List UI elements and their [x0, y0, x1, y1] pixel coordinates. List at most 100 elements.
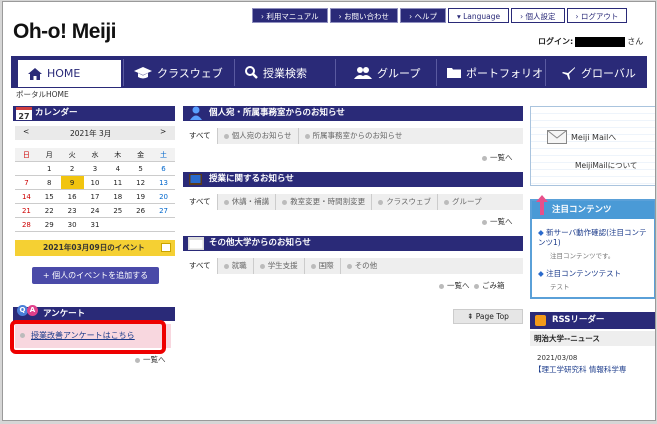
login-label: ログイン:	[538, 37, 574, 46]
page-top-button[interactable]: ⇞ Page Top	[453, 309, 523, 324]
calendar-day[interactable]: 4	[106, 161, 130, 176]
language-select[interactable]: ▾ Language	[447, 8, 510, 23]
notice-other-tab-support[interactable]: 学生支援	[252, 258, 304, 274]
add-event-button[interactable]: + 個人のイベントを追加する	[32, 267, 159, 284]
calendar-month-label: 2021年 3月	[70, 129, 112, 138]
calendar-day[interactable]: 12	[129, 175, 153, 190]
calendar-day[interactable]: 14	[15, 189, 38, 204]
calendar-icon-day: 27	[18, 112, 30, 121]
weekday-label: 金	[129, 148, 153, 162]
calendar-day[interactable]: 17	[83, 189, 107, 204]
calendar-day[interactable]: 30	[60, 217, 84, 232]
notice-other-tab-all[interactable]: すべて	[183, 258, 217, 274]
redacted-username	[575, 36, 626, 47]
calendar-day[interactable]: 2	[60, 161, 84, 176]
trash-link[interactable]: ごみ箱	[474, 280, 505, 291]
calendar-day[interactable]: 18	[106, 189, 130, 204]
meiji-mail-about-link[interactable]: MeijiMailについて	[575, 160, 637, 171]
calendar-day[interactable]: 22	[37, 203, 61, 218]
calendar-day[interactable]: 20	[152, 189, 175, 204]
meiji-mail-link[interactable]: Meiji Mailへ	[571, 132, 616, 143]
manual-link[interactable]: › 利用マニュアル	[252, 8, 328, 23]
calendar-day[interactable]: 28	[15, 217, 38, 232]
calendar-day[interactable]: 19	[129, 189, 153, 204]
notice-course-more-link[interactable]: 一覧へ	[482, 216, 513, 227]
calendar-day[interactable]: 13	[152, 175, 175, 190]
bullet-icon	[482, 155, 487, 161]
featured-item[interactable]: ◆ 新サーバ動作確認(注目コンテンツ1)	[538, 228, 650, 248]
notice-personal-tab-personal[interactable]: 個人宛のお知らせ	[216, 128, 298, 144]
notice-other-header: その他大学からのお知らせ	[183, 236, 523, 251]
tab-course-search[interactable]: 授業検索	[234, 59, 334, 86]
help-link[interactable]: › ヘルプ	[400, 8, 446, 23]
calendar-prev-button[interactable]: <	[23, 127, 29, 136]
logout-label: ログアウト	[580, 12, 619, 21]
calendar-day[interactable]: 10	[83, 175, 107, 190]
rss-item-link[interactable]: 【理工学研究科 情報科学専	[534, 364, 626, 375]
notice-other-tab-intl[interactable]: 国際	[303, 258, 340, 274]
tab-portfolio[interactable]: ポートフォリオ	[436, 59, 544, 86]
tab-classweb[interactable]: クラスウェブ	[123, 59, 233, 86]
calendar-day[interactable]: 15	[37, 189, 61, 204]
calendar-day[interactable]: 8	[37, 175, 61, 190]
notice-course-tab-cancel[interactable]: 休講・補講	[216, 194, 276, 210]
calendar-day[interactable]: 11	[106, 175, 130, 190]
calendar-day[interactable]: 3	[83, 161, 107, 176]
calendar-icon: 27	[16, 107, 32, 121]
calendar-week: 123456	[15, 161, 175, 176]
notice-course-tab-room[interactable]: 教室変更・時間割変更	[275, 194, 371, 210]
calendar-title: カレンダー	[35, 108, 78, 118]
tab-group[interactable]: グループ	[335, 59, 435, 86]
calendar-grid: 日月火水木金土 1 2 3 4 5 6 7 8 9 10 11 12 13 14 15 16 17 18 19 20 2…	[15, 148, 175, 232]
notice-other-tab-other[interactable]: その他	[339, 258, 384, 274]
notice-personal-more-link[interactable]: 一覧へ	[482, 152, 513, 163]
calendar-day[interactable]: 25	[106, 203, 130, 218]
featured-item-title: 注目コンテンツテスト	[546, 269, 622, 278]
tab-global[interactable]: グローバル	[545, 59, 645, 86]
tab-home[interactable]: HOME	[17, 59, 122, 88]
featured-box: 注目コンテンツ ◆ 新サーバ動作確認(注目コンテンツ1) 注目コンテンツです。 …	[530, 195, 655, 299]
weekday-label: 月	[37, 148, 61, 162]
collapse-icon[interactable]	[161, 243, 171, 252]
notice-course-tab-classweb[interactable]: クラスウェブ	[371, 194, 437, 210]
settings-link[interactable]: › 個人設定	[511, 8, 565, 23]
login-suffix: さん	[627, 37, 644, 46]
site-logo[interactable]: Oh-o! Meiji	[13, 20, 117, 44]
calendar-next-button[interactable]: >	[160, 127, 166, 136]
mail-icon	[547, 130, 567, 144]
calendar-day[interactable]: 21	[15, 203, 38, 218]
calendar-day[interactable]: 27	[152, 203, 175, 218]
calendar-day[interactable]: 24	[83, 203, 107, 218]
survey-more-link[interactable]: 一覧へ	[135, 354, 166, 365]
notice-other-more-link[interactable]: 一覧へ	[439, 280, 470, 291]
calendar-day[interactable]: 9	[60, 175, 84, 190]
calendar-day[interactable]: 5	[129, 161, 153, 176]
calendar-day[interactable]: 31	[83, 217, 107, 232]
calendar-header: 27 カレンダー	[13, 106, 175, 121]
calendar-day[interactable]: 16	[60, 189, 84, 204]
notice-personal-tab-all[interactable]: すべて	[183, 128, 217, 144]
tab-course-search-label: 授業検索	[263, 66, 307, 80]
bullet-icon	[223, 263, 229, 269]
notice-course-tab-group[interactable]: グループ	[437, 194, 488, 210]
calendar-day[interactable]: 23	[60, 203, 84, 218]
top-links: › 利用マニュアル › お問い合わせ › ヘルプ ▾ Language › 個人…	[252, 8, 629, 23]
calendar-day[interactable]: 29	[37, 217, 61, 232]
notice-other-tab-career[interactable]: 就職	[216, 258, 253, 274]
highlight-annotation	[10, 320, 166, 354]
calendar-day[interactable]: 1	[37, 161, 61, 176]
notice-personal-title: 個人宛・所属事務室からのお知らせ	[209, 108, 345, 118]
logout-link[interactable]: › ログアウト	[566, 8, 628, 23]
calendar-day[interactable]: 26	[129, 203, 153, 218]
featured-header: 注目コンテンツ	[532, 195, 654, 219]
calendar-day[interactable]: 6	[152, 161, 175, 176]
manual-link-label: 利用マニュアル	[266, 12, 319, 21]
bullet-icon	[135, 357, 140, 363]
language-label: ▾ Language	[456, 12, 501, 21]
notice-course-tab-all[interactable]: すべて	[183, 194, 217, 210]
featured-item[interactable]: ◆ 注目コンテンツテスト	[538, 268, 650, 279]
contact-link[interactable]: › お問い合わせ	[329, 8, 399, 23]
calendar-day[interactable]: 7	[15, 175, 38, 190]
notice-personal-tab-office[interactable]: 所属事務室からのお知らせ	[297, 128, 409, 144]
featured-item-desc: 注目コンテンツです。	[550, 252, 615, 260]
